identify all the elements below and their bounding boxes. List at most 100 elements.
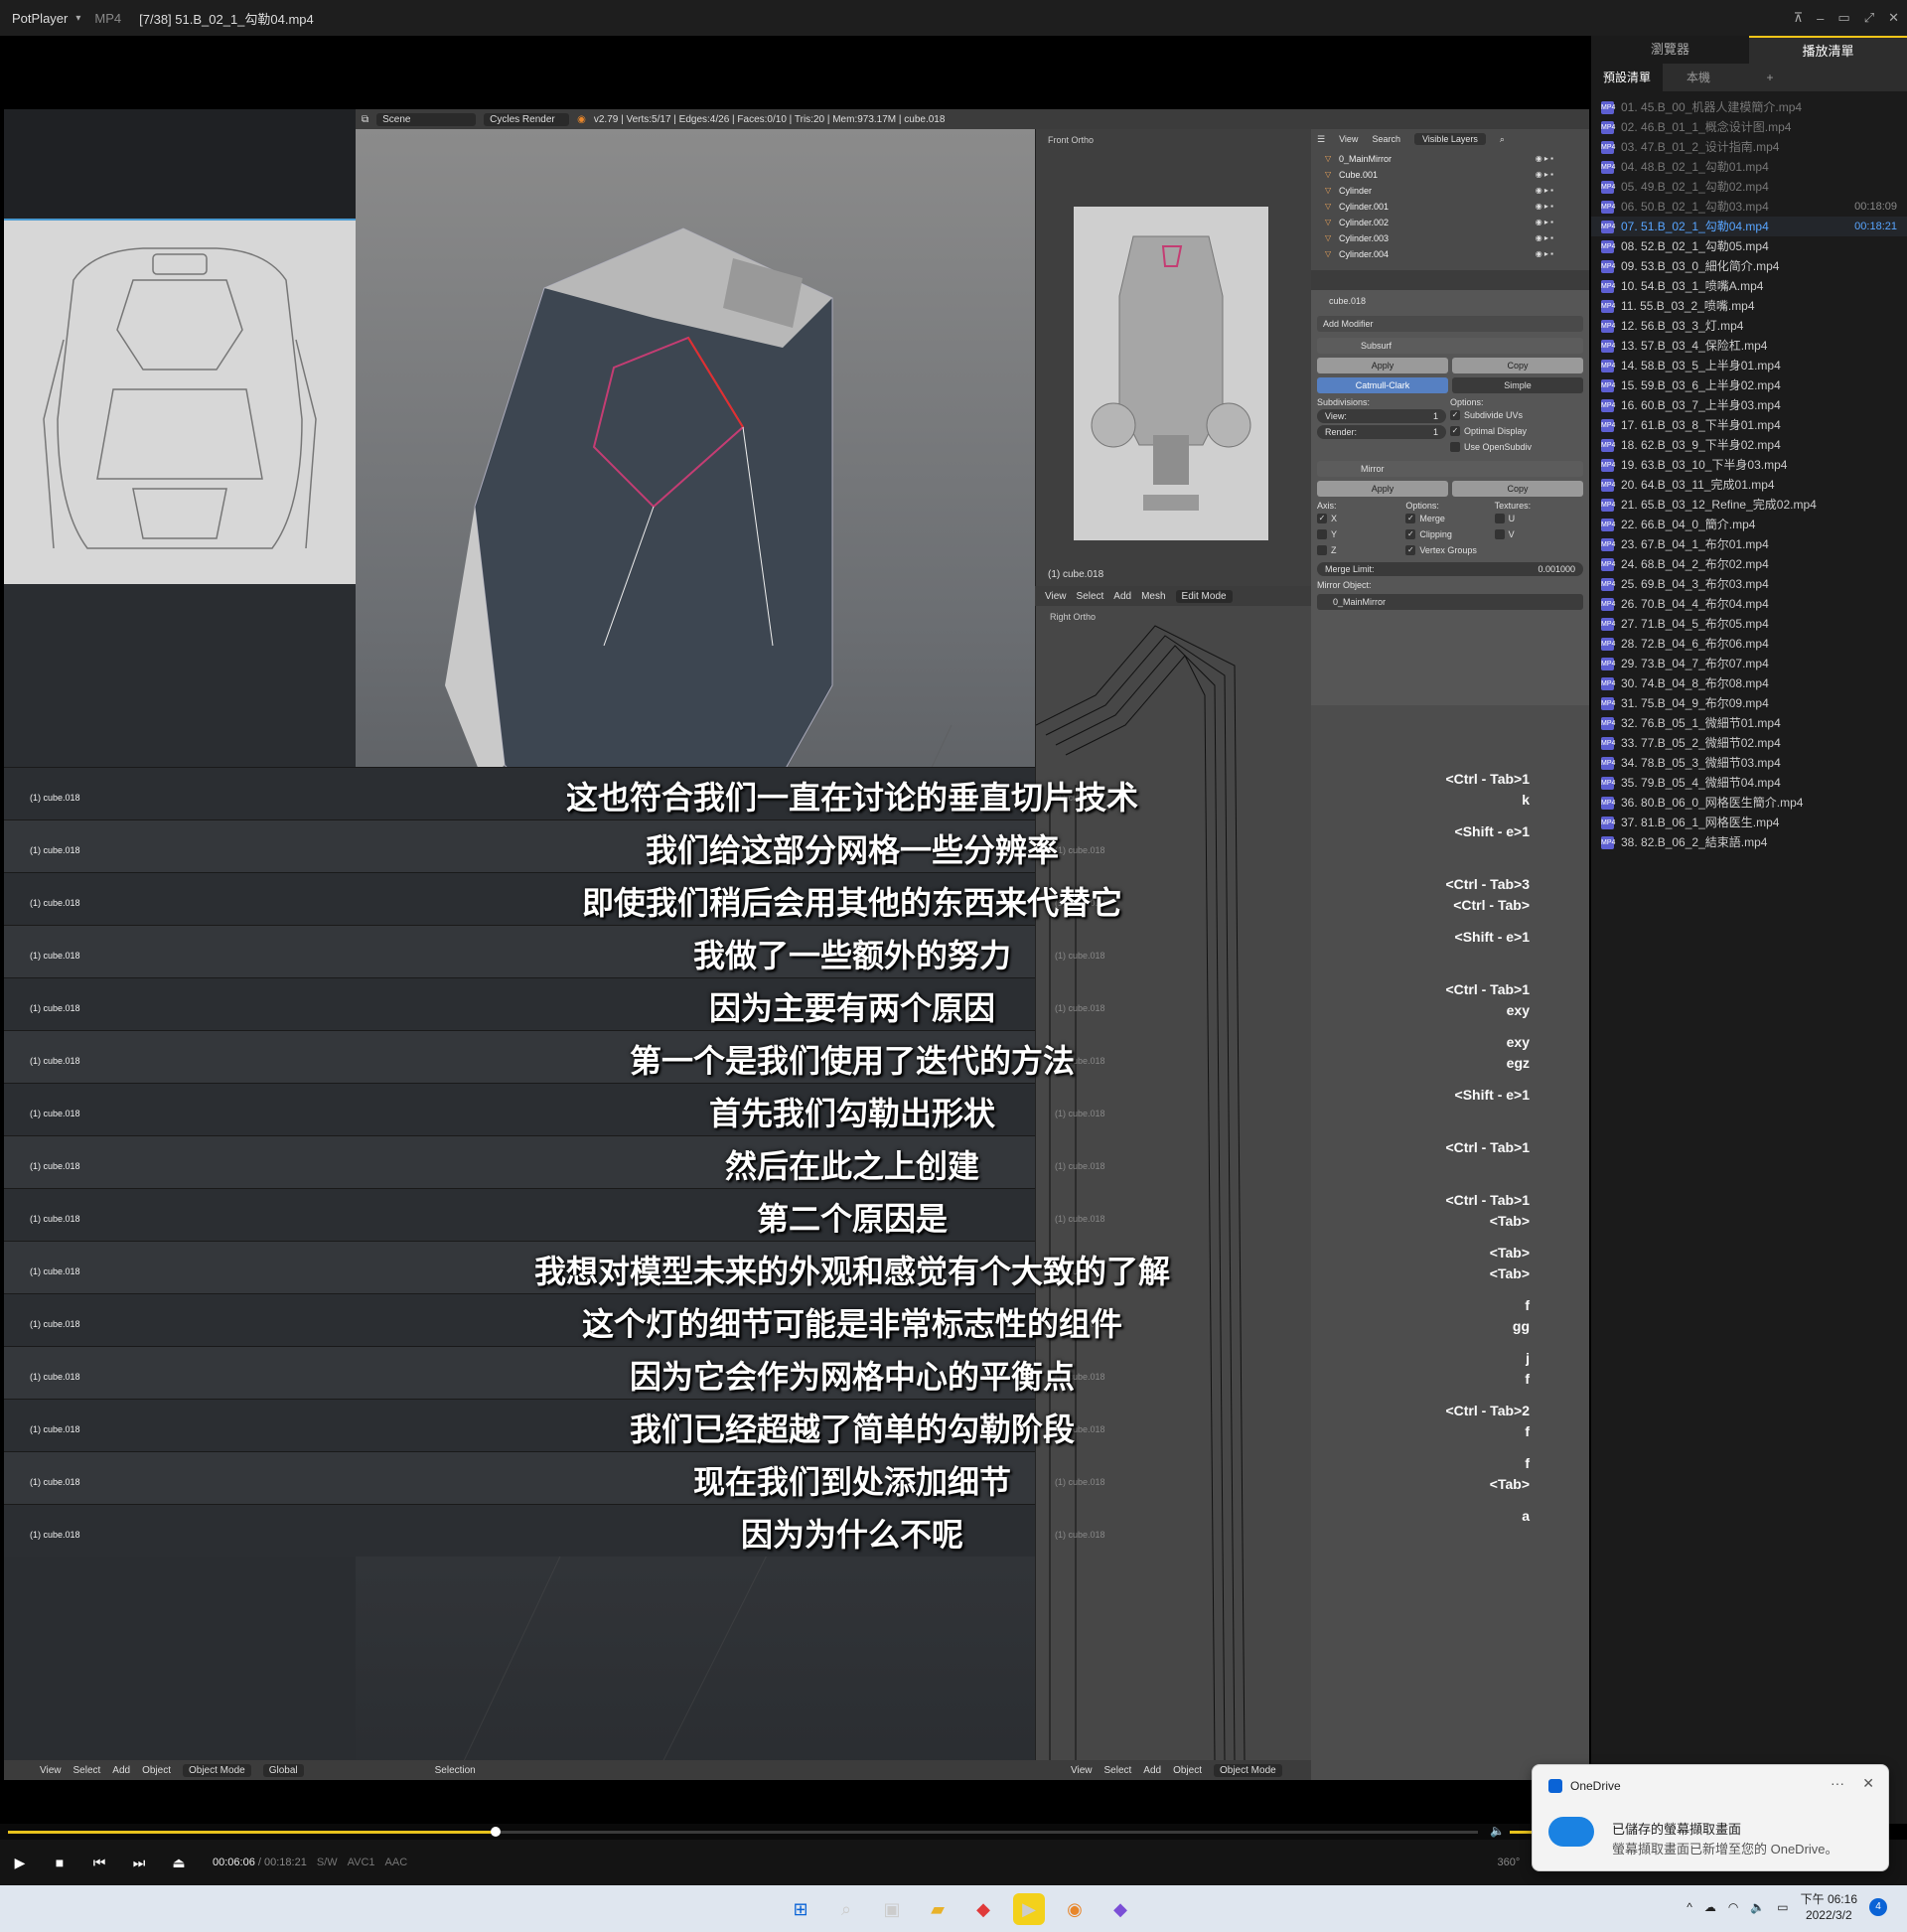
texture-u-checkbox[interactable]: U [1494, 511, 1583, 526]
playlist-item[interactable]: MP4 07. 51.B_02_1_勾勒04.mp4 00:18:21 [1591, 217, 1907, 236]
playlist-item[interactable]: MP4 09. 53.B_03_0_細化简介.mp4 [1591, 256, 1907, 276]
object-menu[interactable]: Object [1173, 1765, 1202, 1776]
playlist-item[interactable]: MP4 20. 64.B_03_11_完成01.mp4 [1591, 475, 1907, 495]
clipping-checkbox[interactable]: ✓ Clipping [1405, 526, 1494, 542]
playlist-item[interactable]: MP4 18. 62.B_03_9_下半身02.mp4 [1591, 435, 1907, 455]
add-menu[interactable]: Add [1143, 1765, 1161, 1776]
previous-icon[interactable]: ⏮ [79, 1855, 119, 1871]
mirror-apply-button[interactable]: Apply [1317, 481, 1448, 497]
view-menu[interactable]: View [1045, 591, 1067, 602]
onedrive-tray-icon[interactable]: ☁ [1704, 1900, 1716, 1914]
playlist-item[interactable]: MP4 04. 48.B_02_1_勾勒01.mp4 [1591, 157, 1907, 177]
axis-z-checkbox[interactable]: Z [1317, 542, 1405, 558]
mirror-copy-button[interactable]: Copy [1452, 481, 1583, 497]
front-ortho-viewport[interactable]: Front Ortho (1) cube.018 [1035, 129, 1311, 586]
vertex-groups-checkbox[interactable]: ✓ Vertex Groups [1405, 542, 1494, 558]
playlist-item[interactable]: MP4 01. 45.B_00_机器人建模簡介.mp4 [1591, 97, 1907, 117]
object-menu[interactable]: Object [142, 1765, 171, 1776]
outliner-search[interactable]: Search [1372, 134, 1400, 144]
merge-limit-field[interactable]: Merge Limit: 0.001000 [1317, 562, 1583, 576]
outliner-menu-icon[interactable]: ☰ [1317, 134, 1325, 145]
file-explorer-icon[interactable]: ▰ [922, 1893, 954, 1925]
playlist-item[interactable]: MP4 37. 81.B_06_1_网格医生.mp4 [1591, 813, 1907, 832]
view-menu[interactable]: View [1071, 1765, 1093, 1776]
mirror-modifier-header[interactable]: Mirror [1317, 461, 1583, 477]
eject-icon[interactable]: ⏏ [159, 1855, 199, 1871]
playlist-item[interactable]: MP4 29. 73.B_04_7_布尔07.mp4 [1591, 654, 1907, 673]
playlist-item[interactable]: MP4 19. 63.B_03_10_下半身03.mp4 [1591, 455, 1907, 475]
texture-v-checkbox[interactable]: V [1494, 526, 1583, 542]
subdivide-uvs-checkbox[interactable]: ✓ Subdivide UVs [1450, 407, 1583, 423]
tab-default-list[interactable]: 預設清單 [1591, 64, 1663, 91]
fullscreen-icon[interactable]: ⤢ [1864, 10, 1874, 26]
potplayer-icon[interactable]: ▶ [1013, 1893, 1045, 1925]
playlist-item[interactable]: MP4 12. 56.B_03_3_灯.mp4 [1591, 316, 1907, 336]
axis-x-checkbox[interactable]: ✓ X [1317, 511, 1405, 526]
outliner-view[interactable]: View [1339, 134, 1358, 144]
playlist-item[interactable]: MP4 35. 79.B_05_4_微細节04.mp4 [1591, 773, 1907, 793]
outliner-item[interactable]: 0_MainMirror◉ ▸ ▪ [1317, 151, 1583, 167]
close-icon[interactable]: ✕ [1862, 1775, 1874, 1792]
task-view-icon[interactable]: ▣ [876, 1893, 908, 1925]
outliner-item[interactable]: Cylinder.001◉ ▸ ▪ [1317, 199, 1583, 215]
decoder-tag[interactable]: S/W [317, 1857, 338, 1868]
playlist-item[interactable]: MP4 05. 49.B_02_1_勾勒02.mp4 [1591, 177, 1907, 197]
playlist-item[interactable]: MP4 30. 74.B_04_8_布尔08.mp4 [1591, 673, 1907, 693]
subsurf-copy-button[interactable]: Copy [1452, 358, 1583, 373]
playlist-item[interactable]: MP4 26. 70.B_04_4_布尔04.mp4 [1591, 594, 1907, 614]
outliner-item[interactable]: Cylinder.004◉ ▸ ▪ [1317, 246, 1583, 262]
seek-bar[interactable] [8, 1827, 1478, 1837]
optimal-display-checkbox[interactable]: ✓ Optimal Display [1450, 423, 1583, 439]
playlist-item[interactable]: MP4 36. 80.B_06_0_网格医生簡介.mp4 [1591, 793, 1907, 813]
playlist-item[interactable]: MP4 10. 54.B_03_1_喷嘴A.mp4 [1591, 276, 1907, 296]
search-icon[interactable]: ⌕ [830, 1893, 862, 1925]
playlist-item[interactable]: MP4 13. 57.B_03_4_保险杠.mp4 [1591, 336, 1907, 356]
playlist-item[interactable]: MP4 21. 65.B_03_12_Refine_完成02.mp4 [1591, 495, 1907, 515]
view-subdiv-field[interactable]: View: 1 [1317, 409, 1446, 423]
close-icon[interactable]: ✕ [1888, 10, 1899, 26]
start-icon[interactable]: ⊞ [785, 1893, 816, 1925]
battery-icon[interactable]: ▭ [1777, 1900, 1788, 1914]
add-tab-button[interactable]: + [1734, 64, 1806, 91]
pin-icon[interactable]: ⊼ [1794, 10, 1804, 26]
simple-button[interactable]: Simple [1452, 377, 1583, 393]
play-icon[interactable]: ▶ [0, 1855, 40, 1871]
playlist-item[interactable]: MP4 06. 50.B_02_1_勾勒03.mp4 00:18:09 [1591, 197, 1907, 217]
merge-checkbox[interactable]: ✓ Merge [1405, 511, 1494, 526]
clock[interactable]: 下午 06:16 2022/3/2 [1801, 1891, 1857, 1923]
playlist-item[interactable]: MP4 22. 66.B_04_0_簡介.mp4 [1591, 515, 1907, 534]
vr-360-button[interactable]: 360° [1498, 1857, 1521, 1868]
chevron-down-icon[interactable]: ▾ [75, 13, 80, 24]
playlist-item[interactable]: MP4 32. 76.B_05_1_微細节01.mp4 [1591, 713, 1907, 733]
volume-icon[interactable]: 🔈 [1490, 1824, 1505, 1838]
blender-icon[interactable]: ◉ [1059, 1893, 1091, 1925]
restore-icon[interactable]: ▭ [1837, 10, 1849, 26]
app-menu-button[interactable]: PotPlayer [0, 11, 75, 26]
video-codec-tag[interactable]: AVC1 [348, 1857, 375, 1868]
playlist-item[interactable]: MP4 28. 72.B_04_6_布尔06.mp4 [1591, 634, 1907, 654]
select-menu[interactable]: Select [1104, 1765, 1132, 1776]
obsidian-icon[interactable]: ◆ [1104, 1893, 1136, 1925]
outliner-filter[interactable]: Visible Layers [1413, 133, 1486, 145]
catmull-clark-button[interactable]: Catmull-Clark [1317, 377, 1448, 393]
use-opensubdiv-checkbox[interactable]: Use OpenSubdiv [1450, 439, 1583, 455]
next-icon[interactable]: ⏭ [119, 1855, 159, 1871]
playlist-item[interactable]: MP4 03. 47.B_01_2_设计指南.mp4 [1591, 137, 1907, 157]
subsurf-apply-button[interactable]: Apply [1317, 358, 1448, 373]
search-icon[interactable]: ⌕ [1500, 134, 1505, 145]
outliner-item[interactable]: Cylinder.002◉ ▸ ▪ [1317, 215, 1583, 230]
playlist-item[interactable]: MP4 24. 68.B_04_2_布尔02.mp4 [1591, 554, 1907, 574]
select-menu[interactable]: Select [1077, 591, 1104, 602]
outliner-item[interactable]: Cylinder◉ ▸ ▪ [1317, 183, 1583, 199]
tray-overflow-icon[interactable]: ^ [1687, 1900, 1692, 1914]
playlist-item[interactable]: MP4 31. 75.B_04_9_布尔09.mp4 [1591, 693, 1907, 713]
view-menu[interactable]: View [40, 1765, 62, 1776]
scene-selector[interactable]: Scene [376, 112, 477, 126]
playlist-item[interactable]: MP4 02. 46.B_01_1_概念设计图.mp4 [1591, 117, 1907, 137]
playlist-item[interactable]: MP4 25. 69.B_04_3_布尔03.mp4 [1591, 574, 1907, 594]
transform-orientation-select[interactable]: Global [262, 1763, 304, 1777]
tab-local[interactable]: 本機 [1663, 64, 1734, 91]
speaker-icon[interactable]: 🔈 [1750, 1900, 1765, 1914]
select-menu[interactable]: Select [73, 1765, 101, 1776]
tab-browser[interactable]: 瀏覽器 [1591, 36, 1749, 64]
